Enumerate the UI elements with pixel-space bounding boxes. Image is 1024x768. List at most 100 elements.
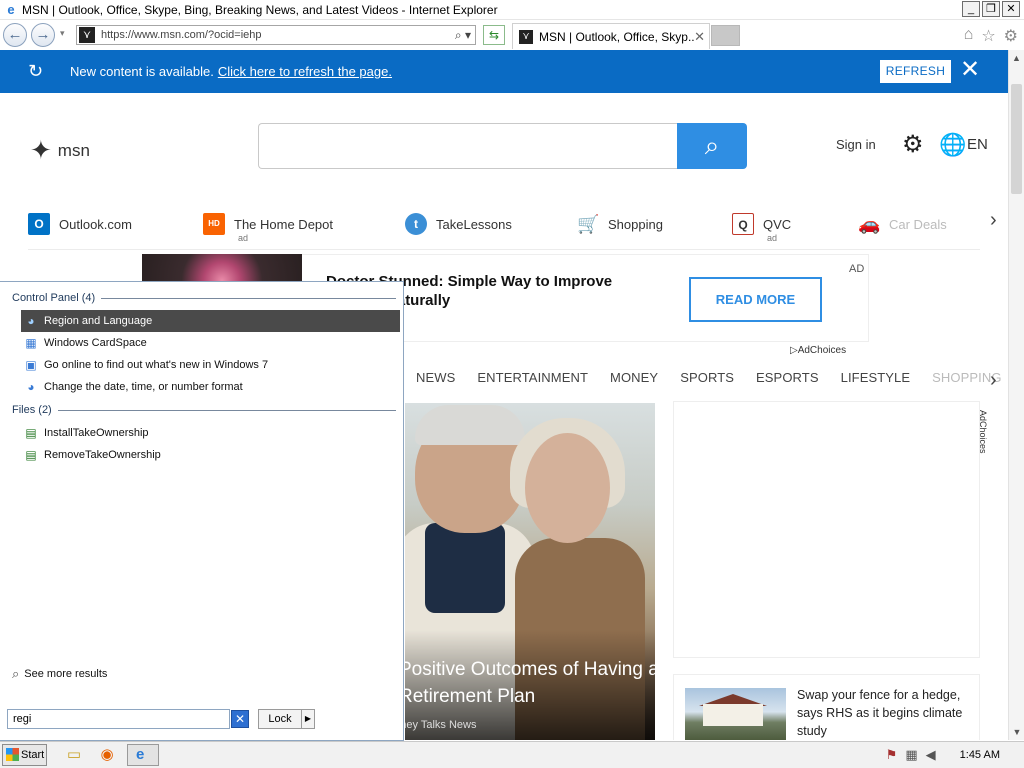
start-button[interactable]: Start	[2, 744, 47, 766]
close-window-button[interactable]: ✕	[1002, 1, 1020, 17]
category-lifestyle[interactable]: LIFESTYLE	[841, 370, 911, 385]
result-install-take-ownership[interactable]: ▤ InstallTakeOwnership	[21, 422, 400, 444]
windows-info-icon: ▣	[25, 358, 37, 372]
quicklink-home-depot[interactable]: HD The Home Depot ad	[203, 211, 333, 243]
sign-in-link[interactable]: Sign in	[836, 137, 876, 152]
quicklink-car-deals[interactable]: 🚗 Car Deals	[858, 211, 947, 237]
quicklinks-next-chevron-icon[interactable]: ›	[990, 209, 997, 232]
start-search-input[interactable]: regi	[7, 709, 230, 729]
notification-close-icon[interactable]: ✕	[960, 57, 980, 83]
home-icon[interactable]: ⌂	[964, 26, 974, 46]
story-headline[interactable]: Swap your fence for a hedge, says RHS as…	[797, 686, 975, 740]
quicklink-label: QVC	[763, 216, 792, 232]
files-group-header[interactable]: Files (2)	[12, 404, 396, 416]
start-label: Start	[21, 749, 45, 761]
hero-story-card[interactable]: Positive Outcomes of Having a Retirement…	[405, 403, 655, 740]
category-esports[interactable]: ESPORTS	[756, 370, 819, 385]
result-label: InstallTakeOwnership	[44, 427, 149, 439]
new-tab-button[interactable]	[711, 25, 740, 46]
category-nav: NEWS ENTERTAINMENT MONEY SPORTS ESPORTS …	[416, 370, 1008, 385]
house-shape	[703, 704, 763, 726]
back-button[interactable]: ←	[3, 23, 27, 47]
see-more-results-link[interactable]: ⌕ See more results	[12, 666, 107, 682]
category-news[interactable]: NEWS	[416, 370, 455, 385]
address-bar[interactable]: ⋎ https://www.msn.com/?ocid=iehp ⌕ ▾	[76, 25, 476, 45]
window-title: MSN | Outlook, Office, Skype, Bing, Brea…	[22, 2, 498, 17]
control-panel-group-header[interactable]: Control Panel (4)	[12, 292, 396, 304]
file-explorer-icon[interactable]: ▭	[62, 745, 86, 765]
quick-links-bar: O Outlook.com HD The Home Depot ad t Tak…	[28, 205, 980, 250]
refresh-button[interactable]: REFRESH	[880, 60, 951, 83]
language-selector[interactable]: EN	[967, 136, 988, 153]
hero-photo-man-hair	[415, 405, 525, 445]
window-controls: _ ❐ ✕	[962, 1, 1020, 17]
quicklink-shopping[interactable]: 🛒 Shopping	[577, 211, 663, 237]
taskbar-ie-button[interactable]: e	[127, 744, 159, 766]
category-sports[interactable]: SPORTS	[680, 370, 734, 385]
cardspace-icon: ▦	[25, 336, 37, 350]
action-center-flag-icon[interactable]: ⚑	[886, 747, 898, 763]
result-remove-take-ownership[interactable]: ▤ RemoveTakeOwnership	[21, 444, 400, 466]
network-icon[interactable]: ▦	[905, 747, 917, 763]
scroll-thumb[interactable]	[1011, 84, 1022, 194]
search-dropdown-icon[interactable]: ⌕ ▾	[455, 28, 471, 43]
clear-search-button[interactable]: ✕	[231, 710, 249, 728]
volume-icon[interactable]: ◀	[926, 747, 936, 763]
forward-button[interactable]: →	[31, 23, 55, 47]
adchoices-link[interactable]: ▷AdChoices	[790, 345, 846, 356]
hero-photo-woman-face	[525, 433, 610, 543]
side-adchoices-link[interactable]: AdChoices	[978, 410, 988, 454]
quicklink-qvc[interactable]: Q QVC ad	[732, 211, 792, 243]
group-divider	[101, 297, 396, 299]
side-ad-slot[interactable]	[673, 401, 980, 658]
favorites-star-icon[interactable]: ☆	[981, 26, 995, 46]
result-region-and-language[interactable]: ◕ Region and Language	[21, 310, 400, 332]
settings-gear-icon[interactable]: ⚙	[902, 130, 924, 159]
power-options-arrow-icon[interactable]: ▶	[301, 709, 315, 729]
category-money[interactable]: MONEY	[610, 370, 658, 385]
page-scrollbar[interactable]: ▲ ▼	[1008, 50, 1024, 740]
categories-next-chevron-icon[interactable]: ›	[990, 369, 997, 392]
search-button[interactable]: ⌕	[677, 123, 747, 169]
quicklink-takelessons[interactable]: t TakeLessons	[405, 211, 512, 237]
takelessons-icon: t	[405, 213, 427, 235]
history-dropdown-icon[interactable]: ▾	[60, 28, 65, 39]
category-entertainment[interactable]: ENTERTAINMENT	[477, 370, 588, 385]
toolbar-icons: ⌂ ☆ ⚙	[964, 26, 1018, 46]
quicklink-label: The Home Depot	[234, 216, 333, 232]
result-windows-cardspace[interactable]: ▦ Windows CardSpace	[21, 332, 400, 354]
quicklink-label: TakeLessons	[436, 216, 512, 232]
msn-logo[interactable]: ✦ msn	[30, 135, 90, 166]
read-more-button[interactable]: READ MORE	[689, 277, 822, 322]
globe-icon[interactable]: 🌐	[939, 132, 966, 158]
ad-label: AD	[849, 263, 865, 275]
minimize-button[interactable]: _	[962, 1, 980, 17]
start-menu: Control Panel (4) ◕ Region and Language …	[0, 281, 404, 741]
firefox-icon[interactable]: ◉	[95, 745, 119, 765]
internet-explorer-icon: e	[7, 1, 15, 17]
result-label: Change the date, time, or number format	[44, 381, 243, 393]
scroll-down-arrow-icon[interactable]: ▼	[1009, 724, 1024, 740]
clock[interactable]: 1:45 AM	[960, 749, 1000, 761]
result-change-date-time-format[interactable]: ◕ Change the date, time, or number forma…	[21, 376, 400, 398]
tab-close-icon[interactable]: ✕	[694, 29, 705, 45]
tab-msn[interactable]: ⋎ MSN | Outlook, Office, Skyp... ✕	[512, 23, 710, 49]
scroll-up-arrow-icon[interactable]: ▲	[1009, 50, 1024, 66]
restore-button[interactable]: ❐	[982, 1, 1000, 17]
hero-title[interactable]: Positive Outcomes of Having a Retirement…	[405, 656, 655, 710]
adchoices-icon: ▷	[790, 345, 798, 356]
refresh-page-link[interactable]: Click here to refresh the page.	[218, 64, 392, 79]
group-label: Control Panel (4)	[12, 292, 96, 304]
car-icon: 🚗	[858, 214, 881, 234]
registry-file-icon: ▤	[25, 426, 37, 440]
story-card[interactable]: Swap your fence for a hedge, says RHS as…	[673, 674, 980, 740]
hero-source: Money Talks News	[405, 719, 477, 731]
lock-button[interactable]: Lock	[258, 709, 302, 729]
registry-file-icon: ▤	[25, 448, 37, 462]
tools-gear-icon[interactable]: ⚙	[1004, 26, 1018, 46]
compatibility-refresh-icon[interactable]: ⇆	[483, 25, 505, 45]
quicklink-outlook[interactable]: O Outlook.com	[28, 211, 132, 237]
address-url[interactable]: https://www.msn.com/?ocid=iehp	[101, 29, 455, 41]
result-whats-new-windows7[interactable]: ▣ Go online to find out what's new in Wi…	[21, 354, 400, 376]
search-input[interactable]	[258, 123, 678, 169]
